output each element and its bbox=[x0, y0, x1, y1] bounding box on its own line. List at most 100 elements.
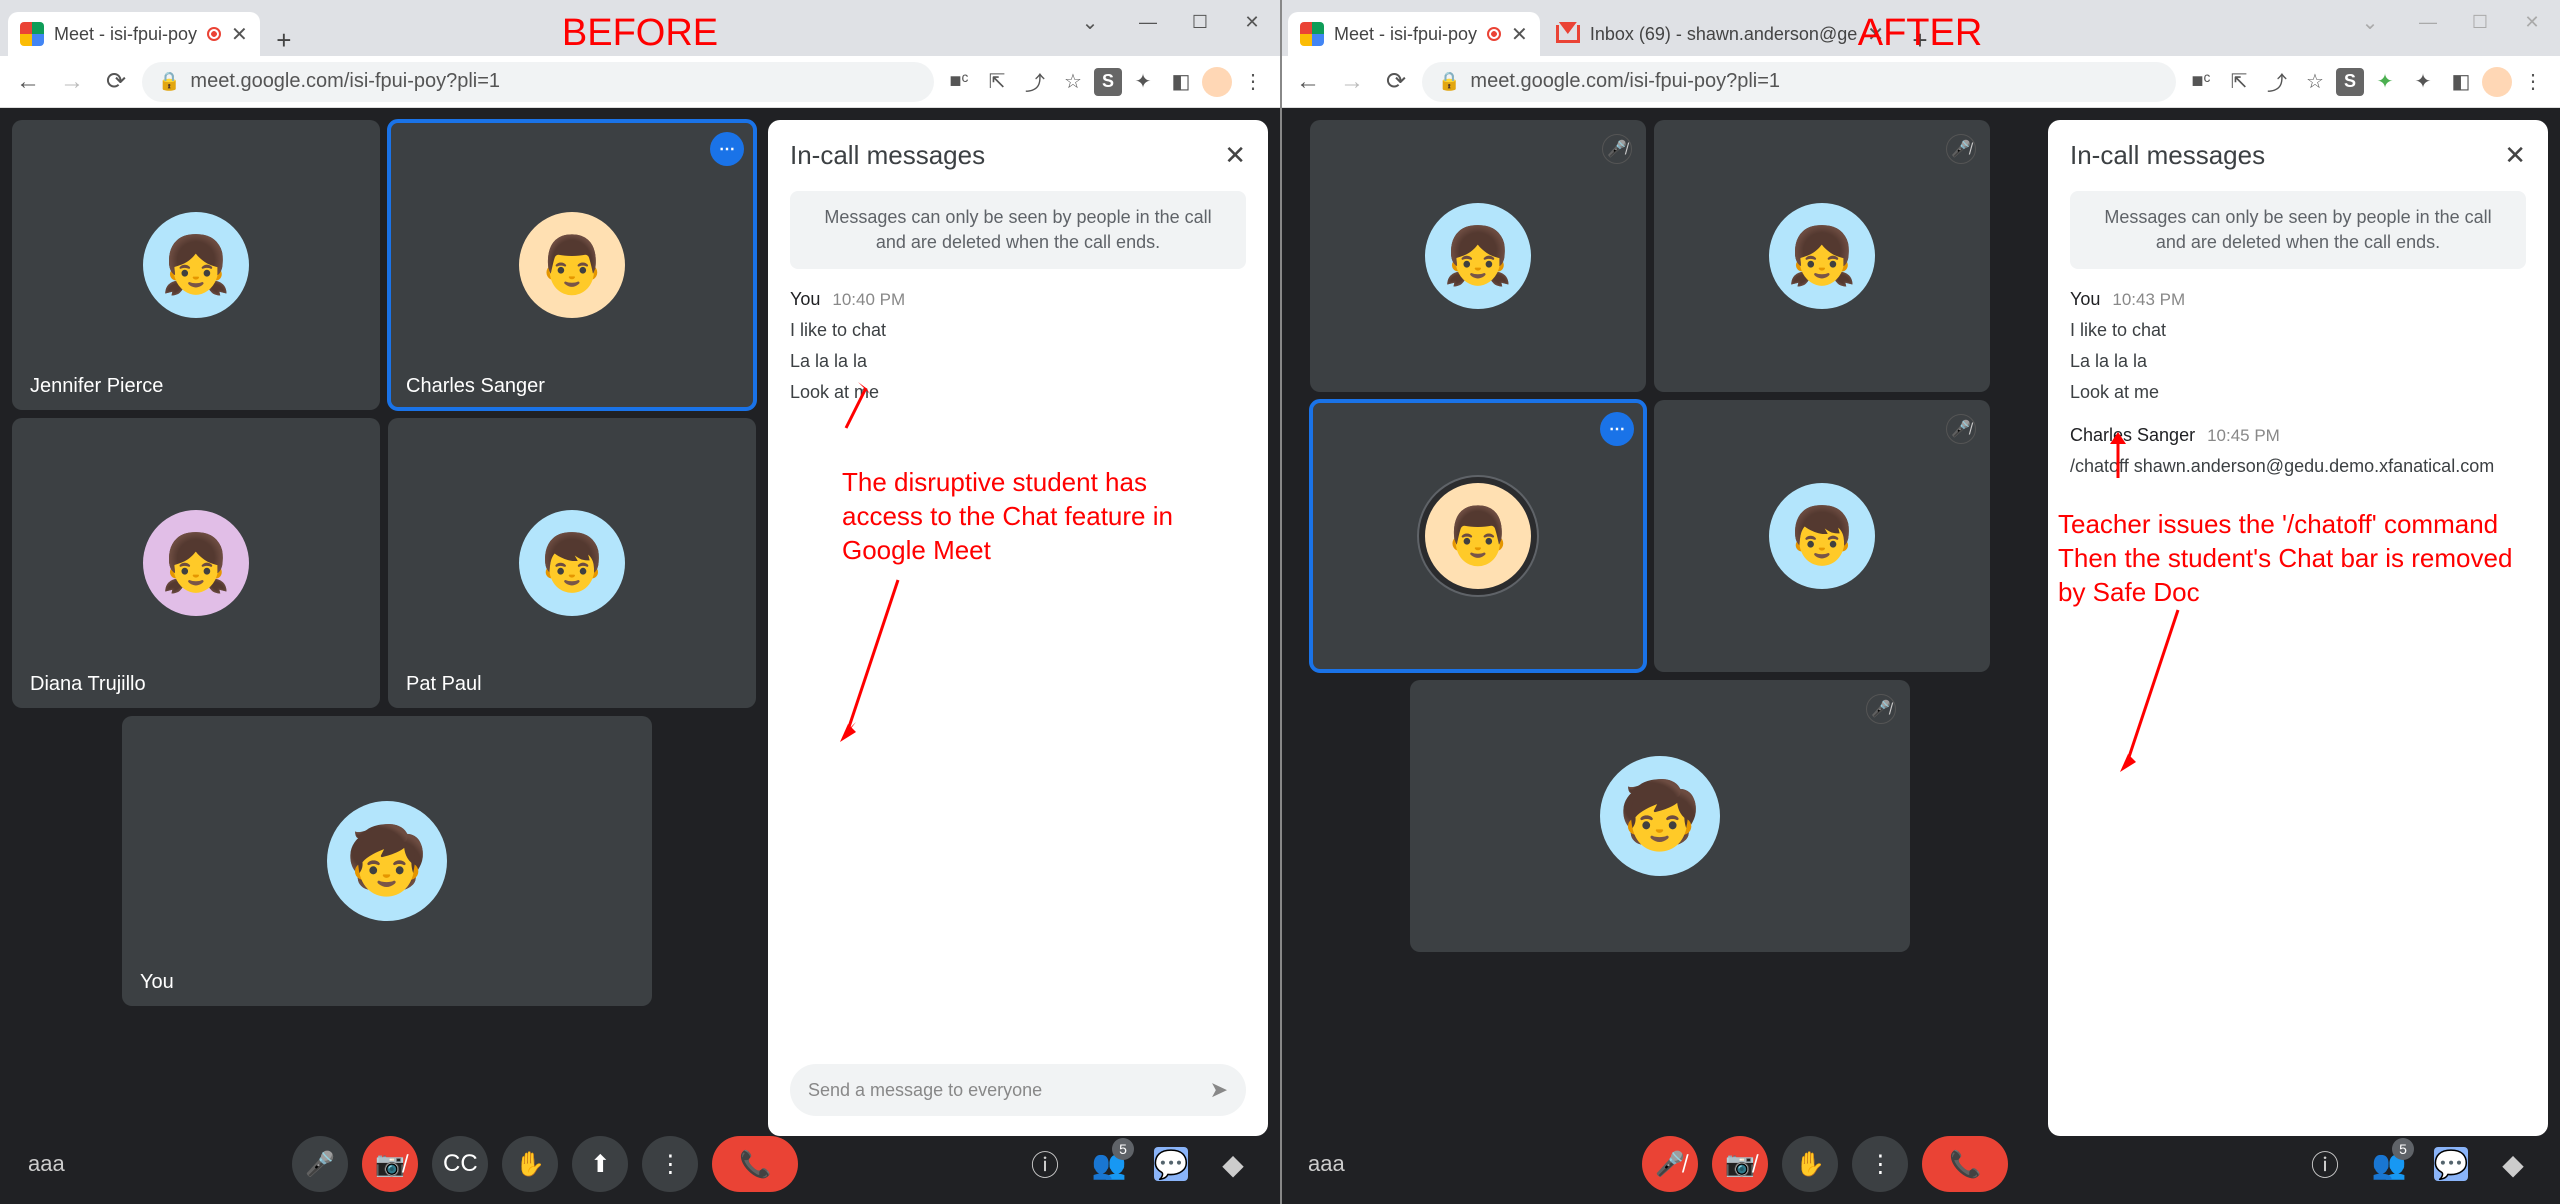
info-icon[interactable]: ⓘ bbox=[2306, 1144, 2344, 1184]
sidepanel-icon[interactable]: ◧ bbox=[2444, 65, 2478, 99]
more-options-button[interactable]: ⋮ bbox=[1852, 1136, 1908, 1192]
tab-title: Meet - isi-fpui-poy bbox=[54, 24, 197, 45]
reload-button[interactable]: ⟳ bbox=[1378, 64, 1414, 100]
address-bar[interactable]: 🔒 meet.google.com/isi-fpui-poy?pli=1 bbox=[1422, 62, 2176, 102]
people-icon[interactable]: 👥5 bbox=[1090, 1148, 1128, 1181]
msg-sender: You bbox=[2070, 289, 2100, 310]
new-tab-button[interactable]: + bbox=[268, 24, 300, 56]
window-controls: ⌄ — ☐ ✕ bbox=[2346, 0, 2556, 44]
close-chat-icon[interactable]: ✕ bbox=[2504, 140, 2526, 171]
chat-placeholder: Send a message to everyone bbox=[808, 1080, 1042, 1101]
info-icon[interactable]: ⓘ bbox=[1026, 1144, 1064, 1184]
titlebar: BEFORE Meet - isi-fpui-poy ✕ + ⌄ — ☐ ✕ bbox=[0, 0, 1280, 56]
raise-hand-button[interactable]: ✋ bbox=[1782, 1136, 1838, 1192]
participant-tile[interactable]: ⋯ 👨 Charles Sanger bbox=[388, 120, 756, 410]
browser-menu-icon[interactable]: ⋮ bbox=[1236, 65, 1270, 99]
msg-line: I like to chat bbox=[790, 320, 1246, 341]
star-icon[interactable]: ☆ bbox=[2298, 65, 2332, 99]
forward-button[interactable]: → bbox=[54, 64, 90, 100]
close-window-button[interactable]: ✕ bbox=[1228, 2, 1276, 42]
back-button[interactable]: ← bbox=[10, 64, 46, 100]
chat-notice: Messages can only be seen by people in t… bbox=[790, 191, 1246, 269]
chat-icon-active[interactable]: 💬 bbox=[1154, 1147, 1188, 1181]
more-menu-icon[interactable]: ⋯ bbox=[710, 132, 744, 166]
maximize-button[interactable]: ☐ bbox=[2456, 2, 2504, 42]
profile-avatar[interactable] bbox=[2482, 67, 2512, 97]
tab-search-icon[interactable]: ⌄ bbox=[1066, 2, 1114, 42]
send-icon[interactable]: ➤ bbox=[1210, 1077, 1228, 1103]
browser-menu-icon[interactable]: ⋮ bbox=[2516, 65, 2550, 99]
present-button[interactable]: ⬆ bbox=[572, 1136, 628, 1192]
forward-button[interactable]: → bbox=[1334, 64, 1370, 100]
close-tab-icon[interactable]: ✕ bbox=[1511, 22, 1528, 47]
camera-icon[interactable]: ■ᶜ bbox=[2184, 65, 2218, 99]
tab-meet[interactable]: Meet - isi-fpui-poy ✕ bbox=[1288, 12, 1540, 56]
participant-tile[interactable]: 🎤̸ 👧 bbox=[1310, 120, 1646, 392]
participant-tile[interactable]: ⋯ 👨 bbox=[1310, 400, 1646, 672]
tab-search-icon[interactable]: ⌄ bbox=[2346, 2, 2394, 42]
back-button[interactable]: ← bbox=[1290, 64, 1326, 100]
chat-input[interactable]: Send a message to everyone ➤ bbox=[790, 1064, 1246, 1116]
more-menu-icon[interactable]: ⋯ bbox=[1600, 412, 1634, 446]
more-options-button[interactable]: ⋮ bbox=[642, 1136, 698, 1192]
chat-icon-active[interactable]: 💬 bbox=[2434, 1147, 2468, 1181]
participant-tile[interactable]: 👦 Pat Paul bbox=[388, 418, 756, 708]
url-bar: ← → ⟳ 🔒 meet.google.com/isi-fpui-poy?pli… bbox=[1280, 56, 2560, 108]
cc-button[interactable]: CC bbox=[432, 1136, 488, 1192]
tab-meet[interactable]: Meet - isi-fpui-poy ✕ bbox=[8, 12, 260, 56]
participant-tile[interactable]: 👧 Jennifer Pierce bbox=[12, 120, 380, 410]
close-window-button[interactable]: ✕ bbox=[2508, 2, 2556, 42]
reload-button[interactable]: ⟳ bbox=[98, 64, 134, 100]
participant-tile-self[interactable]: 🎤̸ 🧒 bbox=[1410, 680, 1910, 952]
end-call-button[interactable]: 📞 bbox=[1922, 1136, 2008, 1192]
avatar: 👧 bbox=[143, 212, 249, 318]
msg-line: Look at me bbox=[2070, 382, 2526, 403]
participant-name: Jennifer Pierce bbox=[30, 375, 163, 398]
muted-icon: 🎤̸ bbox=[1946, 414, 1976, 444]
close-tab-icon[interactable]: ✕ bbox=[231, 22, 248, 47]
meet-icon bbox=[1300, 22, 1324, 46]
annotation-title-after: AFTER bbox=[1858, 12, 1983, 55]
chat-message: Charles Sanger10:45 PM /chatoff shawn.an… bbox=[2070, 425, 2526, 477]
ext-leaf-icon[interactable]: ✦ bbox=[2368, 65, 2402, 99]
camera-off-button[interactable]: 📷̸ bbox=[1712, 1136, 1768, 1192]
extensions-icon[interactable]: ✦ bbox=[1126, 65, 1160, 99]
mic-button[interactable]: 🎤 bbox=[292, 1136, 348, 1192]
activities-icon[interactable]: ◆ bbox=[1214, 1148, 1252, 1181]
participant-name: You bbox=[140, 971, 174, 994]
participant-tile-self[interactable]: 🧒 You bbox=[122, 716, 652, 1006]
annotation-text: The disruptive student has access to the… bbox=[842, 466, 1222, 567]
minimize-button[interactable]: — bbox=[1124, 2, 1172, 42]
annotation-arrow bbox=[838, 380, 878, 445]
annotation-title-before: BEFORE bbox=[562, 12, 718, 55]
tab-gmail[interactable]: Inbox (69) - shawn.anderson@ge ✕ bbox=[1544, 12, 1896, 56]
participant-tile[interactable]: 🎤̸ 👧 bbox=[1654, 120, 1990, 392]
end-call-button[interactable]: 📞 bbox=[712, 1136, 798, 1192]
raise-hand-button[interactable]: ✋ bbox=[502, 1136, 558, 1192]
participant-tile[interactable]: 👧 Diana Trujillo bbox=[12, 418, 380, 708]
camera-off-button[interactable]: 📷̸ bbox=[362, 1136, 418, 1192]
profile-avatar[interactable] bbox=[1202, 67, 1232, 97]
star-icon[interactable]: ☆ bbox=[1056, 65, 1090, 99]
sidepanel-icon[interactable]: ◧ bbox=[1164, 65, 1198, 99]
ext-s-icon[interactable]: S bbox=[1094, 68, 1122, 96]
participant-tile[interactable]: 🎤̸ 👦 bbox=[1654, 400, 1990, 672]
share-icon[interactable]: ⤴ bbox=[1018, 65, 1052, 99]
install-icon[interactable]: ⇱ bbox=[2222, 65, 2256, 99]
mic-off-button[interactable]: 🎤̸ bbox=[1642, 1136, 1698, 1192]
install-icon[interactable]: ⇱ bbox=[980, 65, 1014, 99]
minimize-button[interactable]: — bbox=[2404, 2, 2452, 42]
address-bar[interactable]: 🔒 meet.google.com/isi-fpui-poy?pli=1 bbox=[142, 62, 934, 102]
activities-icon[interactable]: ◆ bbox=[2494, 1148, 2532, 1181]
camera-icon[interactable]: ■ᶜ bbox=[942, 65, 976, 99]
ext-s-icon[interactable]: S bbox=[2336, 68, 2364, 96]
annotation-text: Teacher issues the '/chatoff' command Th… bbox=[2058, 508, 2536, 609]
close-chat-icon[interactable]: ✕ bbox=[1224, 140, 1246, 171]
maximize-button[interactable]: ☐ bbox=[1176, 2, 1224, 42]
recording-icon bbox=[207, 27, 221, 41]
share-icon[interactable]: ⤴ bbox=[2260, 65, 2294, 99]
people-icon[interactable]: 👥5 bbox=[2370, 1148, 2408, 1181]
extensions-icon[interactable]: ✦ bbox=[2406, 65, 2440, 99]
titlebar: AFTER Meet - isi-fpui-poy ✕ Inbox (69) -… bbox=[1280, 0, 2560, 56]
meeting-code: aaa bbox=[28, 1151, 65, 1177]
